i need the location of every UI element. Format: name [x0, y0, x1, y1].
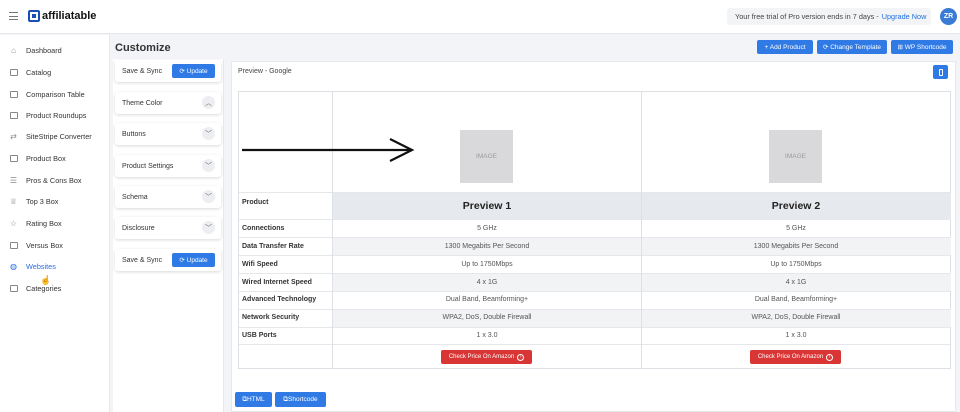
check-price-button-2[interactable]: Check Price On Amazon ›	[750, 350, 841, 364]
sidebar-item-sitestripe-converter[interactable]: ⇄ SiteStripe Converter	[0, 127, 110, 145]
table-icon	[9, 90, 18, 99]
catalog-icon	[9, 68, 18, 77]
sidebar-item-product-roundups[interactable]: Product Roundups	[0, 106, 110, 124]
change-template-button[interactable]: ⟳ Change Template	[817, 40, 887, 54]
phone-icon	[938, 68, 943, 76]
cell: 1 x 3.0	[476, 332, 498, 339]
sidebar-item-comparison-table[interactable]: Comparison Table	[0, 85, 110, 103]
save-sync-card-bottom: Save & Sync ⟳ Update	[115, 249, 221, 271]
sidebar-item-pros-cons-box[interactable]: ☰ Pros & Cons Box	[0, 171, 110, 189]
folder-icon	[9, 284, 18, 293]
logo-text: affiliatable	[42, 10, 97, 22]
row-label-network-security: Network Security	[242, 314, 300, 321]
home-icon: ⌂	[11, 45, 16, 55]
update-button-bottom[interactable]: ⟳ Update	[172, 253, 215, 267]
row-label-advanced-technology: Advanced Technology	[242, 296, 317, 303]
avatar[interactable]: ZR	[940, 8, 957, 25]
cell: 5 GHz	[477, 225, 497, 232]
cell: Dual Band, Beamforming+	[445, 296, 529, 303]
section-schema[interactable]: Schema ﹀	[115, 186, 221, 208]
trial-text: Your free trial of Pro version ends in 7…	[735, 12, 879, 21]
cell: 4 x 1G	[476, 279, 498, 286]
cell: 4 x 1G	[785, 279, 807, 286]
sidebar-item-categories[interactable]: Categories	[0, 279, 110, 297]
product-image-1: IMAGE	[460, 130, 513, 183]
shortcode-button[interactable]: ⧉ Shortcode	[275, 392, 326, 407]
check-price-button-1[interactable]: Check Price On Amazon ›	[441, 350, 532, 364]
sidebar-item-catalog[interactable]: Catalog	[0, 63, 110, 81]
sidebar-item-versus-box[interactable]: Versus Box	[0, 236, 110, 254]
update-button-top[interactable]: ⟳ Update	[172, 64, 215, 78]
chevron-down-icon[interactable]: ﹀	[202, 221, 215, 234]
convert-icon: ⇄	[10, 131, 17, 141]
section-disclosure[interactable]: Disclosure ﹀	[115, 217, 221, 239]
box-icon	[9, 154, 18, 163]
row-label-data-transfer-rate: Data Transfer Rate	[242, 243, 304, 250]
menu-icon[interactable]	[9, 12, 18, 20]
top-bar: affiliatable Your free trial of Pro vers…	[0, 0, 960, 34]
sidebar-item-product-box[interactable]: Product Box	[0, 149, 110, 167]
cell: 1300 Megabits Per Second	[753, 243, 839, 250]
row-label-connections: Connections	[242, 225, 285, 232]
add-product-button[interactable]: + Add Product	[757, 40, 813, 54]
trophy-icon: ♕	[9, 196, 18, 206]
cell: WPA2, DoS, Double Firewall	[442, 314, 532, 321]
external-link-icon: ›	[517, 353, 525, 361]
save-sync-card-top: Save & Sync ⟳ Update	[115, 60, 221, 82]
cell: 1300 Megabits Per Second	[444, 243, 530, 250]
upgrade-link[interactable]: Upgrade Now	[882, 12, 927, 21]
mobile-view-button[interactable]	[933, 65, 948, 79]
sidebar-item-websites[interactable]: ◍ Websites	[0, 257, 110, 275]
external-link-icon: ›	[826, 353, 834, 361]
hand-cursor-icon: ☝	[40, 275, 52, 285]
chevron-down-icon[interactable]: ﹀	[202, 159, 215, 172]
preview-label: Preview - Google	[238, 68, 292, 75]
row-label-usb-ports: USB Ports	[242, 332, 277, 339]
cell: Dual Band, Beamforming+	[754, 296, 838, 303]
annotation-arrow-icon	[242, 138, 415, 162]
section-theme-color[interactable]: Theme Color ︿	[115, 92, 221, 114]
versus-icon	[9, 241, 18, 250]
roundup-icon	[9, 111, 18, 120]
page-title: Customize	[115, 42, 171, 54]
app-logo[interactable]: affiliatable	[28, 10, 96, 22]
sidebar-item-dashboard[interactable]: ⌂ Dashboard	[0, 41, 110, 59]
product-image-2: IMAGE	[769, 130, 822, 183]
chevron-up-icon[interactable]: ︿	[202, 96, 215, 109]
cell: 1 x 3.0	[785, 332, 807, 339]
globe-icon: ◍	[10, 261, 17, 271]
product-name-1: Preview 1	[462, 200, 512, 212]
row-label-wired-internet-speed: Wired Internet Speed	[242, 279, 312, 286]
cell: Up to 1750Mbps	[461, 261, 513, 268]
star-icon: ☆	[9, 218, 18, 228]
product-label: Product	[242, 199, 269, 206]
cell: Up to 1750Mbps	[770, 261, 822, 268]
trial-banner: Your free trial of Pro version ends in 7…	[727, 8, 931, 25]
cell: WPA2, DoS, Double Firewall	[751, 314, 841, 321]
html-button[interactable]: ⧉ HTML	[235, 392, 272, 407]
section-buttons[interactable]: Buttons ﹀	[115, 123, 221, 145]
cell: 5 GHz	[786, 225, 806, 232]
chevron-down-icon[interactable]: ﹀	[202, 127, 215, 140]
logo-icon	[28, 10, 40, 22]
section-product-settings[interactable]: Product Settings ﹀	[115, 155, 221, 177]
sidebar-item-rating-box[interactable]: ☆ Rating Box	[0, 214, 110, 232]
row-label-wifi-speed: Wifi Speed	[242, 261, 278, 268]
list-icon: ☰	[9, 175, 18, 185]
chevron-down-icon[interactable]: ﹀	[202, 190, 215, 203]
sidebar-item-top-3-box[interactable]: ♕ Top 3 Box	[0, 192, 110, 210]
wp-shortcode-button[interactable]: ⊞ WP Shortcode	[891, 40, 953, 54]
product-name-2: Preview 2	[771, 200, 821, 212]
